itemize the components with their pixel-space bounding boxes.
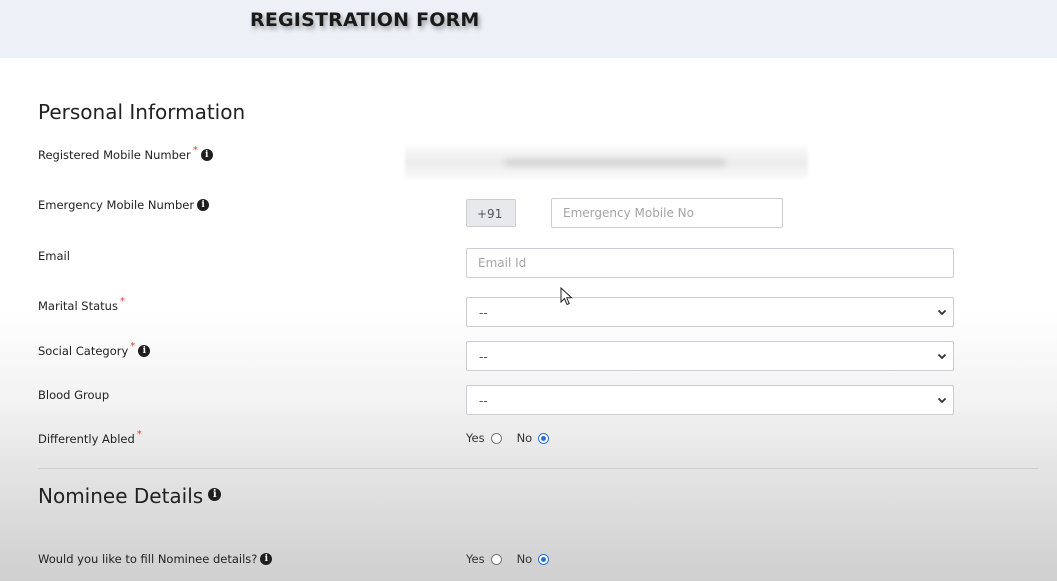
registered-mobile-label: Registered Mobile Number * i bbox=[38, 144, 213, 162]
differently-abled-no-radio[interactable] bbox=[538, 432, 550, 444]
chevron-down-icon bbox=[937, 309, 947, 316]
info-icon[interactable]: i bbox=[197, 199, 210, 211]
registration-page: REGISTRATION FORM Personal Information R… bbox=[0, 0, 1057, 581]
page-header: REGISTRATION FORM bbox=[0, 0, 1057, 58]
country-code-prefix: +91 bbox=[466, 199, 516, 227]
radio-label-no: No bbox=[516, 552, 533, 566]
section-title-personal: Personal Information bbox=[38, 100, 246, 124]
info-icon[interactable]: i bbox=[260, 553, 273, 565]
radio-label-yes: Yes bbox=[466, 552, 485, 566]
registered-mobile-field-blurred bbox=[405, 146, 808, 179]
blood-group-label: Blood Group bbox=[38, 388, 110, 402]
info-icon[interactable]: i bbox=[138, 345, 151, 357]
required-marker: * bbox=[119, 295, 125, 307]
marital-status-label: Marital Status * bbox=[38, 295, 125, 314]
email-input[interactable] bbox=[466, 248, 954, 278]
emergency-mobile-input[interactable] bbox=[551, 198, 783, 228]
section-title-nominee: Nominee Details i bbox=[38, 484, 222, 508]
social-category-label: Social Category * i bbox=[38, 340, 151, 358]
required-marker: * bbox=[130, 340, 136, 352]
fill-nominee-no-radio[interactable] bbox=[538, 553, 550, 565]
required-marker: * bbox=[192, 144, 198, 156]
fill-nominee-yes-radio[interactable] bbox=[490, 553, 502, 565]
blood-group-select[interactable]: -- bbox=[466, 385, 954, 415]
differently-abled-radio-group: Yes No bbox=[466, 431, 550, 445]
chevron-down-icon bbox=[937, 397, 947, 404]
radio-label-no: No bbox=[516, 431, 533, 445]
differently-abled-label: Differently Abled * bbox=[38, 428, 142, 447]
differently-abled-yes-radio[interactable] bbox=[490, 432, 502, 444]
emergency-mobile-label: Emergency Mobile Number i bbox=[38, 198, 210, 212]
email-label: Email bbox=[38, 249, 70, 263]
required-marker: * bbox=[136, 428, 142, 440]
page-title: REGISTRATION FORM bbox=[250, 9, 480, 31]
radio-label-yes: Yes bbox=[466, 431, 485, 445]
section-divider bbox=[38, 468, 1038, 469]
info-icon[interactable]: i bbox=[208, 487, 222, 501]
chevron-down-icon bbox=[937, 353, 947, 360]
social-category-select[interactable]: -- bbox=[466, 341, 954, 371]
mouse-pointer-icon bbox=[560, 287, 573, 306]
marital-status-select[interactable]: -- bbox=[466, 297, 954, 327]
fill-nominee-label: Would you like to fill Nominee details? … bbox=[38, 552, 273, 566]
fill-nominee-radio-group: Yes No bbox=[466, 552, 550, 566]
info-icon[interactable]: i bbox=[200, 149, 213, 161]
